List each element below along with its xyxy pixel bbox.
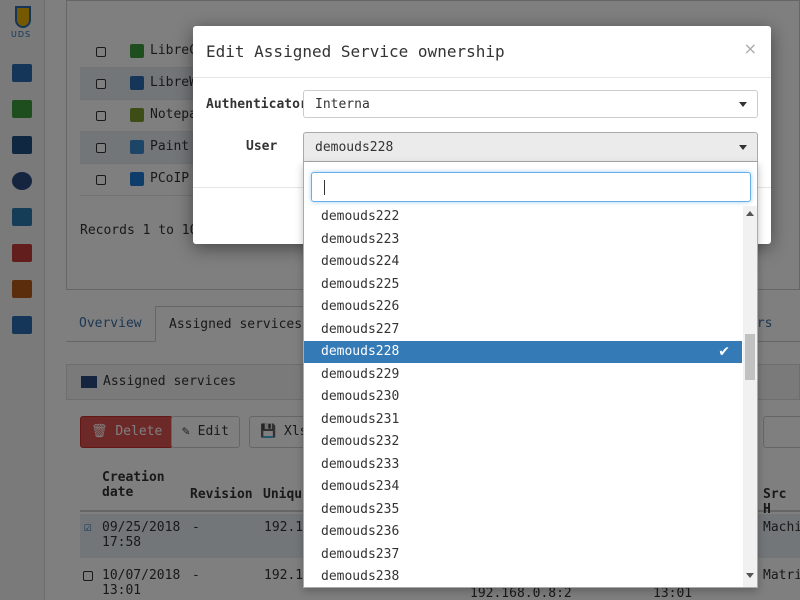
authenticator-label: Authenticator bbox=[206, 97, 308, 112]
authenticator-select[interactable]: Interna bbox=[303, 90, 758, 118]
user-option[interactable]: demouds227 bbox=[304, 319, 742, 341]
user-option[interactable]: demouds229 bbox=[304, 364, 742, 386]
scroll-thumb[interactable] bbox=[745, 334, 755, 380]
user-option[interactable]: demouds226 bbox=[304, 296, 742, 318]
user-option-label: demouds227 bbox=[321, 321, 400, 337]
user-option[interactable]: demouds235 bbox=[304, 499, 742, 521]
user-option[interactable]: demouds230 bbox=[304, 386, 742, 408]
user-option-label: demouds223 bbox=[321, 231, 400, 247]
modal-header: Edit Assigned Service ownership × bbox=[193, 26, 771, 78]
user-option-label: demouds237 bbox=[321, 546, 400, 562]
caret-down-icon bbox=[739, 102, 747, 107]
user-option-label: demouds224 bbox=[321, 254, 400, 269]
user-search-box[interactable] bbox=[311, 172, 751, 202]
user-option-label: demouds234 bbox=[321, 479, 400, 494]
text-cursor bbox=[324, 180, 325, 195]
user-option-label: demouds226 bbox=[321, 299, 400, 314]
user-option[interactable]: demouds228 ✔ bbox=[304, 341, 742, 363]
user-option-label: demouds238 bbox=[321, 569, 400, 584]
user-search-input[interactable] bbox=[312, 173, 750, 201]
user-option-label: demouds225 bbox=[321, 276, 400, 292]
user-option[interactable]: demouds233 bbox=[304, 454, 742, 476]
caret-down-icon bbox=[739, 145, 747, 150]
user-option[interactable]: demouds236 bbox=[304, 521, 742, 543]
user-label: User bbox=[246, 139, 278, 154]
scroll-down-icon[interactable] bbox=[746, 573, 754, 578]
user-option-label: demouds228 bbox=[321, 344, 400, 359]
close-icon[interactable]: × bbox=[744, 39, 757, 58]
user-option-label: demouds236 bbox=[321, 524, 400, 539]
user-option[interactable]: demouds223 bbox=[304, 229, 742, 251]
user-option-label: demouds233 bbox=[321, 456, 400, 472]
user-option-label: demouds232 bbox=[321, 434, 400, 449]
scroll-up-icon[interactable] bbox=[746, 211, 754, 216]
user-value: demouds228 bbox=[315, 140, 394, 155]
user-option[interactable]: demouds237 bbox=[304, 544, 742, 566]
user-option-label: demouds230 bbox=[321, 389, 400, 404]
user-option[interactable]: demouds234 bbox=[304, 476, 742, 498]
user-option[interactable]: demouds224 bbox=[304, 251, 742, 273]
user-select[interactable]: demouds228 bbox=[303, 132, 758, 162]
user-option[interactable]: demouds222 bbox=[304, 206, 742, 228]
user-option-label: demouds235 bbox=[321, 501, 400, 517]
authenticator-value: Interna bbox=[315, 97, 370, 112]
user-option[interactable]: demouds232 bbox=[304, 431, 742, 453]
dropdown-scrollbar[interactable] bbox=[743, 206, 757, 587]
user-dropdown: demouds222 demouds223 demouds224 demouds225… bbox=[303, 162, 758, 588]
modal-title: Edit Assigned Service ownership bbox=[206, 42, 505, 61]
user-option[interactable]: demouds238 bbox=[304, 566, 742, 587]
user-option[interactable]: demouds225 bbox=[304, 274, 742, 296]
user-option-label: demouds231 bbox=[321, 411, 400, 427]
user-option-label: demouds222 bbox=[321, 209, 400, 224]
user-option[interactable]: demouds231 bbox=[304, 409, 742, 431]
checkmark-icon: ✔ bbox=[718, 344, 730, 360]
user-option-label: demouds229 bbox=[321, 366, 400, 382]
